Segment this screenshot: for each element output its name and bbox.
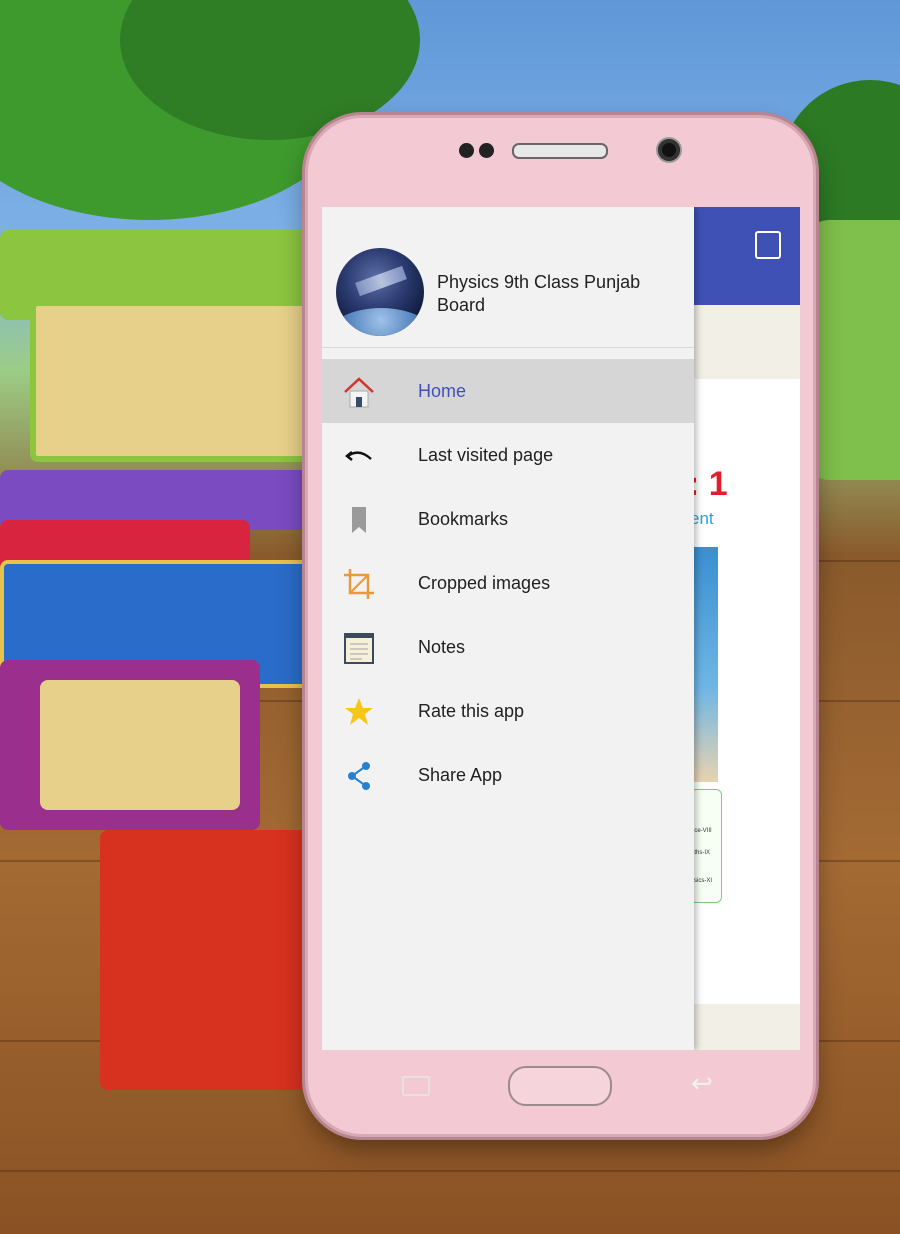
menu-item-notes[interactable]: Notes xyxy=(322,615,694,679)
sensor-icon xyxy=(459,143,474,158)
device-screen: : 1 ent nce-VIII aths-IX ysics-XI Physic… xyxy=(322,207,800,1050)
home-hardware-button[interactable] xyxy=(508,1066,612,1106)
menu-label: Cropped images xyxy=(418,573,551,593)
app-title: Physics 9th Class Punjab Board xyxy=(437,272,641,315)
drawer-menu: Home Last visited page Bookmarks Cropped… xyxy=(322,359,694,807)
drawer-header: Physics 9th Class Punjab Board xyxy=(322,207,694,348)
star-icon xyxy=(342,695,376,729)
home-icon xyxy=(342,375,376,409)
menu-label: Bookmarks xyxy=(418,509,509,529)
menu-label: Rate this app xyxy=(418,701,525,721)
menu-item-share-app[interactable]: Share App xyxy=(322,743,694,807)
menu-item-rate-app[interactable]: Rate this app xyxy=(322,679,694,743)
front-camera xyxy=(658,139,680,161)
back-button[interactable]: ↩ xyxy=(691,1068,713,1099)
course-line: ysics-XI xyxy=(691,878,712,884)
satellite-avatar-icon xyxy=(336,248,424,336)
menu-item-home[interactable]: Home xyxy=(322,359,694,423)
recents-button[interactable] xyxy=(402,1076,430,1096)
menu-item-last-visited[interactable]: Last visited page xyxy=(322,423,694,487)
share-icon xyxy=(342,759,376,793)
notes-icon xyxy=(342,631,376,665)
sensor-icon xyxy=(479,143,494,158)
chapter-image xyxy=(690,547,718,782)
navigation-drawer: Physics 9th Class Punjab Board Home Last… xyxy=(322,207,694,1050)
menu-label: Last visited page xyxy=(418,445,554,465)
course-line: nce-VIII xyxy=(691,828,712,834)
menu-item-bookmarks[interactable]: Bookmarks xyxy=(322,487,694,551)
course-card[interactable]: nce-VIII aths-IX ysics-XI xyxy=(690,789,722,903)
crop-icon xyxy=(342,567,376,601)
menu-label: Notes xyxy=(418,637,466,657)
bookmark-icon xyxy=(342,503,376,537)
menu-item-cropped-images[interactable]: Cropped images xyxy=(322,551,694,615)
earpiece-speaker xyxy=(512,143,608,159)
menu-label: Home xyxy=(418,381,467,401)
notebook-icon[interactable] xyxy=(755,231,781,259)
menu-label: Share App xyxy=(418,765,503,785)
undo-icon xyxy=(342,439,376,473)
